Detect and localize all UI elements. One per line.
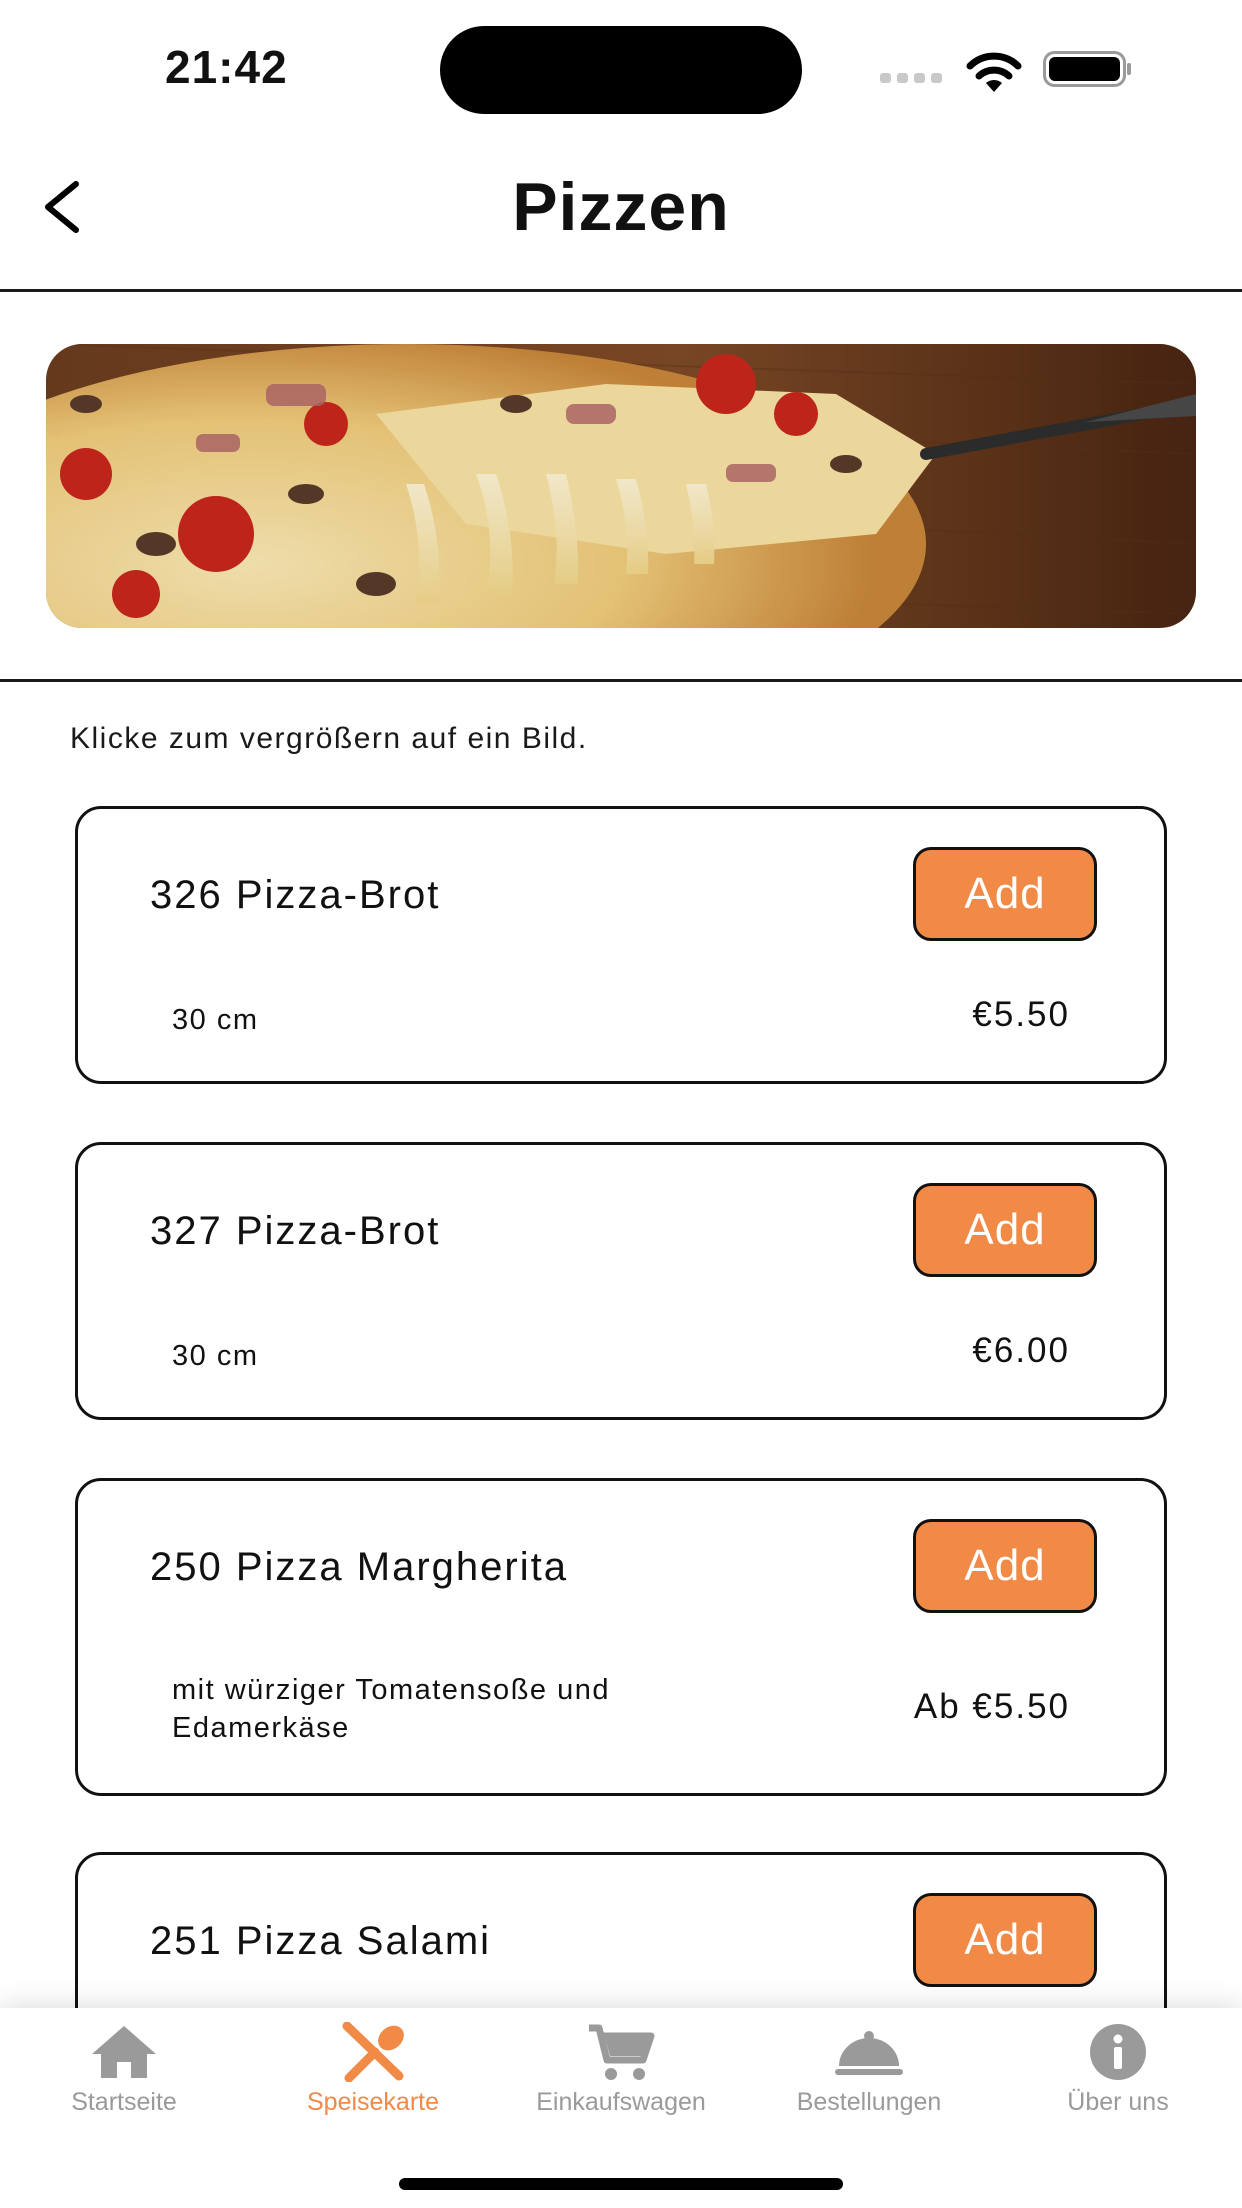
- item-price: €5.50: [972, 995, 1070, 1034]
- menu-item-card[interactable]: 326 Pizza-Brot Add 30 cm €5.50: [75, 806, 1167, 1084]
- item-description: 30 cm: [172, 1004, 259, 1036]
- tab-einkaufswagen[interactable]: Einkaufswagen: [506, 2008, 736, 2138]
- add-button[interactable]: Add: [913, 847, 1097, 941]
- home-indicator: [399, 2178, 843, 2190]
- pizza-banner-image[interactable]: [46, 344, 1196, 628]
- add-button[interactable]: Add: [913, 1183, 1097, 1277]
- cutlery-icon: [342, 2022, 404, 2082]
- menu-item-card[interactable]: 327 Pizza-Brot Add 30 cm €6.00: [75, 1142, 1167, 1420]
- tab-speisekarte[interactable]: Speisekarte: [258, 2008, 488, 2138]
- status-time: 21:42: [165, 41, 288, 93]
- tab-label: Einkaufswagen: [536, 2088, 706, 2116]
- cellular-signal-icon: [880, 73, 944, 85]
- add-button[interactable]: Add: [913, 1519, 1097, 1613]
- page-title: Pizzen: [512, 169, 730, 245]
- add-button[interactable]: Add: [913, 1893, 1097, 1987]
- item-price: Ab €5.50: [913, 1687, 1070, 1726]
- tab-startseite[interactable]: Startseite: [9, 2008, 239, 2138]
- navigation-header: Pizzen: [0, 130, 1242, 292]
- tab-bestellungen[interactable]: Bestellungen: [754, 2008, 984, 2138]
- battery-icon: [1043, 51, 1131, 87]
- info-icon: [1090, 2024, 1146, 2080]
- item-description: mit würziger Tomatensoße und Edamerkäse: [172, 1674, 610, 1744]
- status-bar: 21:42: [0, 0, 1242, 130]
- hero-section: [0, 292, 1242, 682]
- cart-icon: [589, 2024, 655, 2080]
- cloche-icon: [835, 2031, 903, 2075]
- wifi-icon: [966, 52, 1022, 92]
- tab-label: Speisekarte: [306, 2088, 440, 2116]
- tab-label: Startseite: [71, 2088, 177, 2116]
- item-name: 251 Pizza Salami: [150, 1919, 492, 1963]
- tab-label: Bestellungen: [796, 2088, 942, 2116]
- item-name: 326 Pizza-Brot: [150, 873, 441, 917]
- item-price: €6.00: [972, 1331, 1070, 1370]
- tab-ueber-uns[interactable]: Über uns: [1003, 2008, 1233, 2138]
- home-icon: [92, 2026, 156, 2078]
- item-name: 327 Pizza-Brot: [150, 1209, 441, 1253]
- dynamic-island: [440, 26, 802, 114]
- hint-text: Klicke zum vergrößern auf ein Bild.: [70, 722, 588, 755]
- menu-item-card[interactable]: 250 Pizza Margherita Add mit würziger To…: [75, 1478, 1167, 1796]
- item-description: 30 cm: [172, 1340, 259, 1372]
- tab-label: Über uns: [1067, 2088, 1169, 2116]
- item-name: 250 Pizza Margherita: [150, 1545, 568, 1589]
